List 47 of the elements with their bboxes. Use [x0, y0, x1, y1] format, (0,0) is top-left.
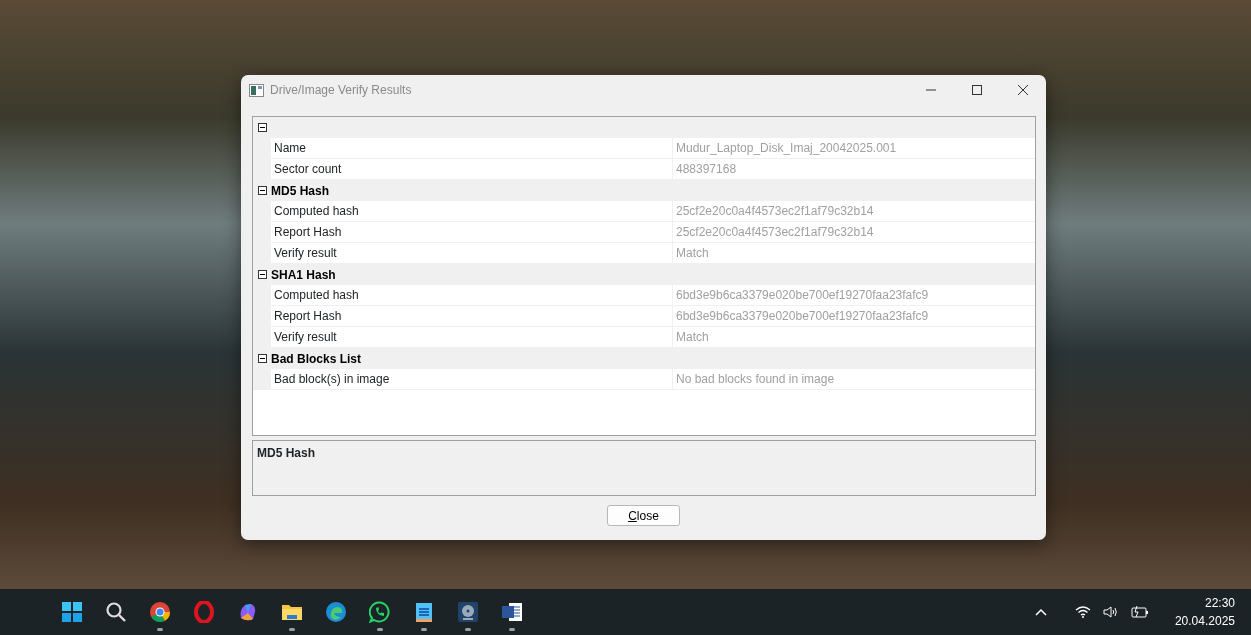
running-indicator — [465, 628, 471, 631]
running-indicator — [421, 628, 427, 631]
collapse-icon[interactable] — [257, 270, 267, 279]
close-button[interactable]: Close — [607, 505, 680, 526]
wifi-icon[interactable] — [1074, 606, 1091, 618]
browser-icon[interactable] — [149, 601, 171, 623]
property-value: Mudur_Laptop_Disk_Imaj_20042025.001 — [673, 138, 1035, 159]
maximize-button[interactable] — [972, 85, 982, 95]
notepad-icon[interactable] — [413, 601, 435, 623]
property-label: Name — [271, 138, 673, 159]
clock-time: 22:30 — [1203, 595, 1235, 612]
property-value: 25cf2e20c0a4f4573ec2f1af79c32b14 — [673, 222, 1035, 243]
collapse-icon[interactable] — [257, 354, 267, 363]
document-icon[interactable] — [501, 601, 523, 623]
section-title: Bad Blocks List — [271, 350, 362, 368]
property-label: Computed hash — [271, 201, 673, 222]
battery-icon[interactable] — [1130, 606, 1149, 618]
clock[interactable]: 22:30 20.04.2025 — [1174, 594, 1235, 630]
hard-drive-icon[interactable] — [457, 601, 479, 623]
running-indicator — [509, 628, 515, 631]
ring-icon[interactable] — [193, 601, 215, 623]
close-window-button[interactable] — [1018, 85, 1028, 95]
property-value: 25cf2e20c0a4f4573ec2f1af79c32b14 — [673, 201, 1035, 222]
property-value: 6bd3e9b6ca3379e020be700ef19270faa23fafc9 — [673, 285, 1035, 306]
section-title: MD5 Hash — [271, 182, 329, 200]
speaker-icon[interactable] — [1102, 606, 1119, 618]
running-indicator — [377, 628, 383, 631]
section-title: SHA1 Hash — [271, 266, 336, 284]
chat-phone-icon[interactable] — [369, 601, 391, 623]
wave-icon[interactable] — [325, 601, 347, 623]
app-icon — [249, 83, 264, 97]
property-label: Bad block(s) in image — [271, 369, 673, 390]
description-title: MD5 Hash — [257, 446, 315, 460]
running-indicator — [157, 628, 163, 631]
property-value: 6bd3e9b6ca3379e020be700ef19270faa23fafc9 — [673, 306, 1035, 327]
collapse-icon[interactable] — [257, 123, 267, 132]
property-label: Computed hash — [271, 285, 673, 306]
collapse-icon[interactable] — [257, 186, 267, 195]
property-label: Report Hash — [271, 222, 673, 243]
clock-date: 20.04.2025 — [1174, 613, 1235, 630]
windows-icon[interactable] — [61, 601, 83, 623]
chevron-up-icon[interactable] — [1034, 608, 1047, 616]
window-title: Drive/Image Verify Results — [270, 82, 412, 99]
property-value: No bad blocks found in image — [673, 369, 1035, 390]
search-icon[interactable] — [105, 601, 127, 623]
property-label: Report Hash — [271, 306, 673, 327]
running-indicator — [289, 628, 295, 631]
